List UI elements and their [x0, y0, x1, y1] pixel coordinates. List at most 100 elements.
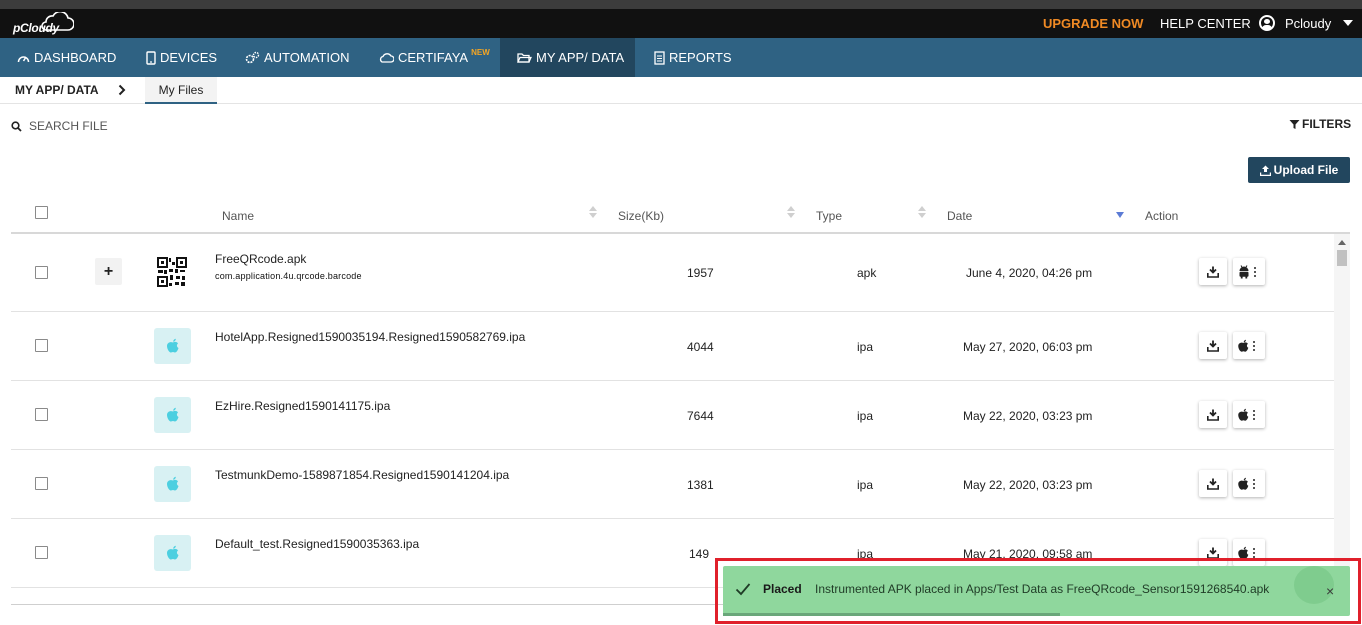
filters-button[interactable]: FILTERS — [1289, 117, 1351, 131]
nav-reports-label: REPORTS — [669, 50, 732, 65]
browser-top-strip — [0, 0, 1362, 9]
search-icon — [11, 120, 22, 132]
pcloudy-logo[interactable]: pCloudy — [10, 12, 76, 36]
nav-reports[interactable]: REPORTS — [654, 38, 732, 77]
column-type-header[interactable]: Type — [816, 209, 842, 223]
file-date: May 27, 2020, 06:03 pm — [963, 340, 1093, 354]
select-all-checkbox[interactable] — [35, 206, 48, 219]
sort-name-icon[interactable] — [589, 206, 597, 220]
file-type: ipa — [857, 340, 874, 354]
toast-message: Instrumented APK placed in Apps/Test Dat… — [815, 582, 1270, 596]
main-nav: DASHBOARD DEVICES AUTOMATION CERTIFAYA N… — [0, 38, 1362, 77]
apple-icon — [1238, 339, 1249, 352]
file-date: May 22, 2020, 03:23 pm — [963, 478, 1093, 492]
table-row: TestmunkDemo-1589871854.Resigned15901412… — [11, 450, 1334, 519]
top-bar: pCloudy UPGRADE NOW HELP CENTER Pcloudy — [0, 9, 1362, 38]
toast-title: Placed — [763, 582, 802, 596]
user-avatar-icon — [1259, 15, 1275, 31]
speedometer-icon — [17, 55, 30, 62]
file-name: TestmunkDemo-1589871854.Resigned15901412… — [215, 468, 510, 482]
cloud-cog-icon — [379, 52, 394, 63]
more-vertical-icon — [1253, 340, 1255, 351]
sort-date-desc-icon[interactable] — [1116, 212, 1124, 218]
download-icon — [1207, 547, 1219, 559]
ios-actions-button[interactable] — [1233, 470, 1265, 497]
mobile-icon — [146, 50, 156, 65]
logo-text: pCloudy — [13, 21, 59, 35]
download-button[interactable] — [1199, 332, 1227, 359]
table-header: Name Size(Kb) Type Date Action — [11, 200, 1350, 234]
upgrade-now-link[interactable]: UPGRADE NOW — [1043, 16, 1143, 31]
search-placeholder: SEARCH FILE — [29, 119, 108, 133]
nav-dashboard[interactable]: DASHBOARD — [17, 38, 116, 77]
row-checkbox[interactable] — [35, 266, 48, 279]
row-checkbox[interactable] — [35, 408, 48, 421]
column-date-header[interactable]: Date — [947, 209, 972, 223]
upload-file-button[interactable]: Upload File — [1248, 157, 1350, 183]
nav-my-app-data[interactable]: MY APP/ DATA — [500, 38, 635, 77]
download-icon — [1207, 478, 1219, 490]
file-size: 1381 — [687, 478, 714, 492]
close-icon[interactable]: × — [1326, 583, 1334, 599]
android-icon — [1239, 264, 1249, 278]
table-row: EzHire.Resigned1590141175.ipa 7644 ipa M… — [11, 381, 1334, 450]
chevron-down-icon — [1343, 20, 1354, 26]
apple-icon — [166, 545, 178, 560]
ios-actions-button[interactable] — [1233, 401, 1265, 428]
nav-devices[interactable]: DEVICES — [146, 38, 217, 77]
apple-icon — [1238, 477, 1249, 490]
file-name: HotelApp.Resigned1590035194.Resigned1590… — [215, 330, 526, 344]
table-row: HotelApp.Resigned1590035194.Resigned1590… — [11, 312, 1334, 381]
breadcrumb: MY APP/ DATA My Files — [0, 77, 1362, 104]
nav-certifaya-label: CERTIFAYA — [398, 50, 469, 65]
more-vertical-icon — [1253, 547, 1255, 558]
user-menu[interactable]: Pcloudy — [1259, 13, 1354, 33]
apple-icon — [166, 476, 178, 491]
file-size: 7644 — [687, 409, 714, 423]
apple-icon — [1238, 408, 1249, 421]
download-icon — [1207, 409, 1219, 421]
file-date: May 22, 2020, 03:23 pm — [963, 409, 1093, 423]
ios-actions-button[interactable] — [1233, 332, 1265, 359]
column-name-header[interactable]: Name — [222, 209, 254, 223]
scroll-up-arrow-icon[interactable] — [1338, 240, 1346, 245]
table-scrollbar[interactable] — [1334, 234, 1350, 588]
nav-automation[interactable]: AUTOMATION — [245, 38, 349, 77]
more-vertical-icon — [1254, 266, 1256, 277]
nav-dashboard-label: DASHBOARD — [34, 50, 117, 65]
upload-icon — [1259, 165, 1271, 176]
chevron-right-icon — [118, 84, 126, 96]
scroll-thumb[interactable] — [1337, 250, 1347, 266]
download-icon — [1207, 340, 1219, 352]
new-badge: NEW — [471, 48, 490, 57]
apple-icon — [166, 407, 178, 422]
row-checkbox[interactable] — [35, 477, 48, 490]
sort-size-icon[interactable] — [787, 206, 795, 220]
more-vertical-icon — [1253, 478, 1255, 489]
nav-certifaya[interactable]: CERTIFAYA NEW — [379, 38, 490, 77]
android-actions-button[interactable] — [1233, 258, 1265, 285]
expand-row-button[interactable]: + — [95, 258, 122, 285]
upload-file-label: Upload File — [1273, 163, 1339, 177]
file-size: 4044 — [687, 340, 714, 354]
ios-app-icon — [154, 397, 191, 433]
document-icon — [654, 50, 665, 65]
row-checkbox[interactable] — [35, 546, 48, 559]
download-button[interactable] — [1199, 470, 1227, 497]
download-button[interactable] — [1199, 258, 1227, 285]
file-type: apk — [857, 266, 877, 280]
nav-devices-label: DEVICES — [160, 50, 218, 65]
help-center-link[interactable]: HELP CENTER — [1160, 16, 1251, 31]
search-input[interactable]: SEARCH FILE — [11, 119, 108, 133]
breadcrumb-title: MY APP/ DATA — [15, 83, 99, 97]
tab-my-files[interactable]: My Files — [145, 77, 217, 104]
sort-type-icon[interactable] — [918, 206, 926, 220]
file-package: com.application.4u.qrcode.barcode — [215, 271, 362, 281]
nav-automation-label: AUTOMATION — [264, 50, 350, 65]
file-list: + FreeQRcode.apk com.application.4u.qrco… — [11, 234, 1334, 588]
toast-timer-bar — [723, 613, 1060, 616]
row-checkbox[interactable] — [35, 339, 48, 352]
column-size-header[interactable]: Size(Kb) — [618, 209, 664, 223]
download-button[interactable] — [1199, 401, 1227, 428]
table-row: + FreeQRcode.apk com.application.4u.qrco… — [11, 234, 1334, 312]
